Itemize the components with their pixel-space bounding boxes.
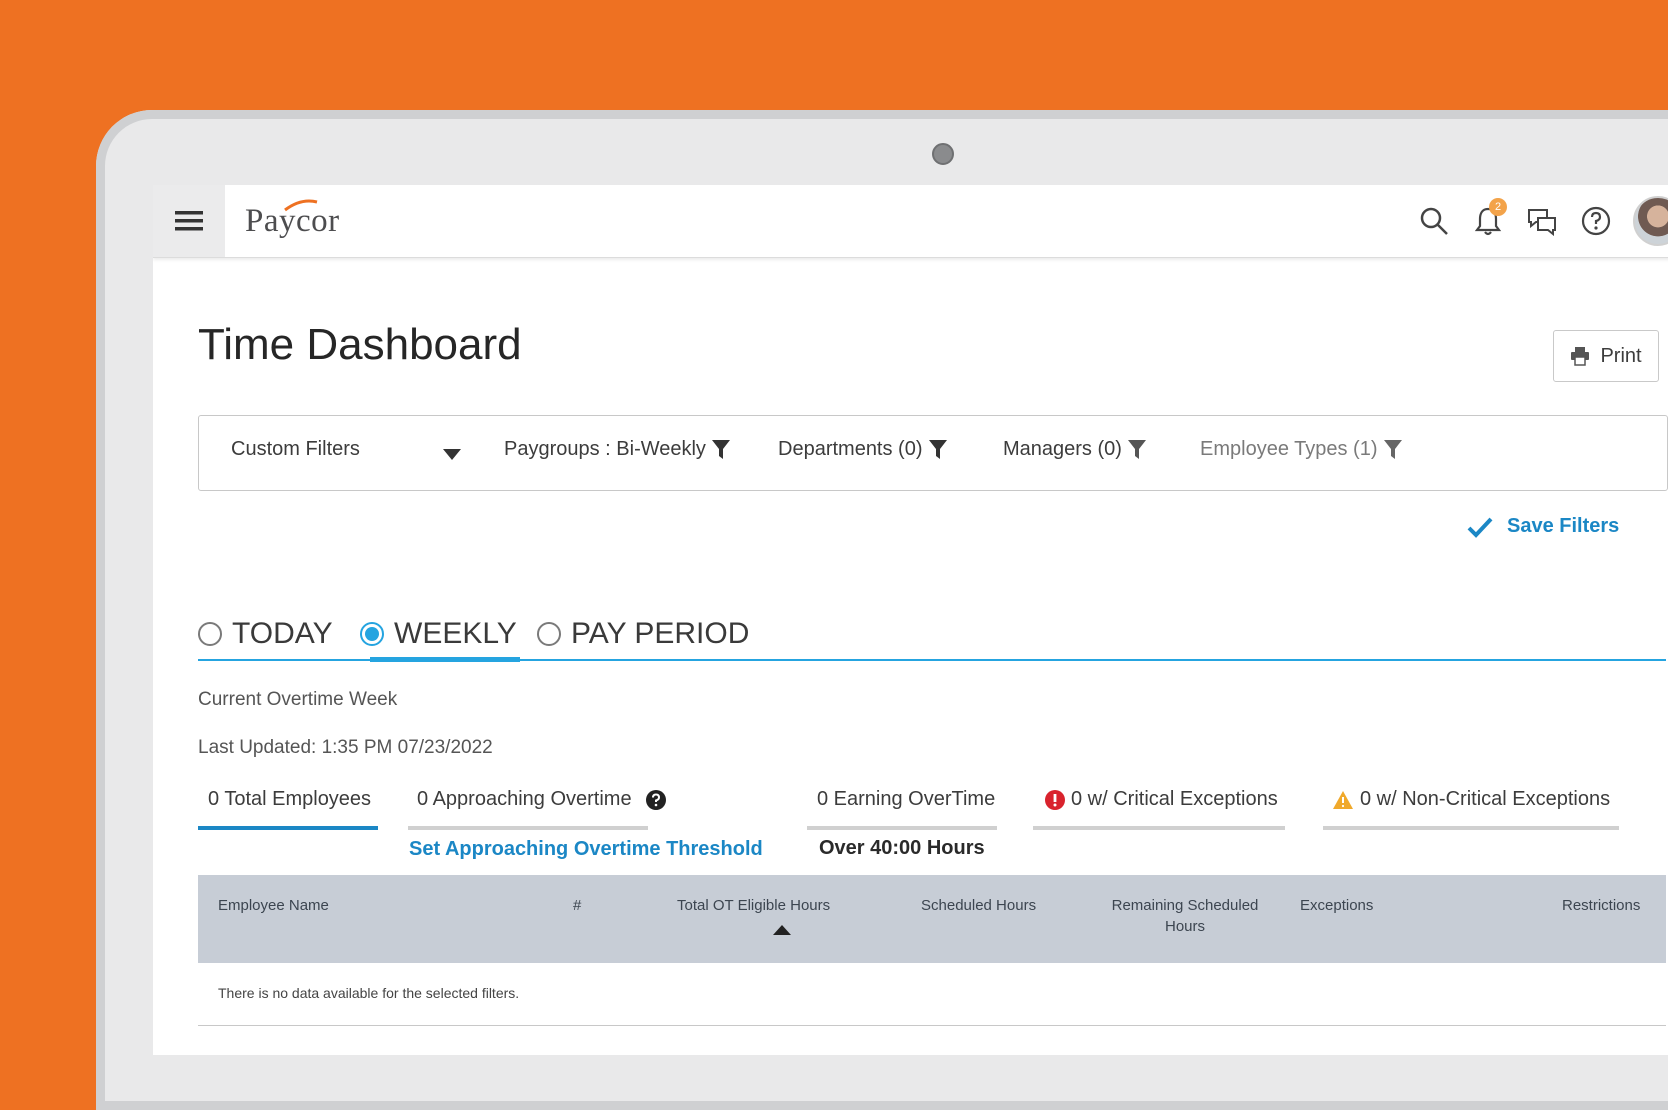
page-title: Time Dashboard [198, 320, 522, 369]
stat-non-critical-label: 0 w/ Non-Critical Exceptions [1360, 788, 1611, 810]
stat-non-critical-underline [1323, 826, 1619, 830]
stat-earning-overtime-label: 0 Earning OverTime [817, 788, 996, 810]
help-button[interactable] [1579, 204, 1613, 238]
app-screen: Paycor 2 Time Dashboard Print Custom Fil… [153, 185, 1668, 1055]
messages-button[interactable] [1525, 204, 1559, 238]
stat-earning-underline [807, 826, 997, 830]
logo-swoosh-icon [284, 199, 318, 212]
sort-ascending-icon[interactable] [773, 925, 791, 935]
radio-weekly[interactable] [360, 622, 384, 646]
col-remaining-line1: Remaining Scheduled [1111, 897, 1259, 914]
stat-total-employees-label: 0 Total Employees [208, 788, 372, 810]
avatar[interactable] [1633, 196, 1668, 246]
help-icon[interactable] [645, 789, 666, 810]
filter-icon [928, 439, 947, 459]
paygroups-filter[interactable]: Paygroups : Bi-Weekly [504, 438, 730, 461]
col-exceptions[interactable]: Exceptions [1300, 897, 1373, 914]
notifications-button[interactable]: 2 [1471, 198, 1507, 238]
last-updated: Last Updated: 1:35 PM 07/23/2022 [198, 737, 493, 758]
stat-approaching-overtime-label: 0 Approaching Overtime [417, 788, 632, 810]
over-hours-label: Over 40:00 Hours [819, 837, 985, 859]
managers-filter[interactable]: Managers (0) [1003, 438, 1146, 461]
header-actions: 2 [1417, 196, 1668, 246]
stat-critical-underline [1033, 826, 1285, 830]
set-threshold-link[interactable]: Set Approaching Overtime Threshold [409, 838, 763, 861]
camera-dot [932, 143, 954, 165]
tab-pay-period[interactable]: PAY PERIOD [537, 613, 749, 655]
col-number[interactable]: # [573, 897, 581, 914]
print-button[interactable]: Print [1553, 330, 1659, 382]
col-scheduled-hours[interactable]: Scheduled Hours [921, 897, 1036, 914]
departments-filter[interactable]: Departments (0) [778, 438, 947, 461]
stat-approaching-overtime[interactable]: 0 Approaching Overtime [413, 788, 670, 817]
col-employee-name[interactable]: Employee Name [218, 897, 329, 914]
employee-types-label: Employee Types (1) [1200, 438, 1378, 460]
tab-weekly[interactable]: WEEKLY [360, 613, 517, 655]
stat-non-critical-exceptions[interactable]: 0 w/ Non-Critical Exceptions [1328, 788, 1614, 817]
checkmark-icon [1467, 517, 1493, 538]
printer-icon [1571, 347, 1590, 366]
custom-filters-label: Custom Filters [231, 438, 360, 460]
tab-today[interactable]: TODAY [198, 613, 333, 655]
filter-icon [1383, 439, 1402, 459]
save-filters-label: Save Filters [1507, 515, 1620, 537]
active-tab-indicator [370, 657, 520, 662]
stat-earning-overtime[interactable]: 0 Earning OverTime [813, 788, 999, 817]
help-icon [1581, 206, 1611, 236]
managers-label: Managers (0) [1003, 438, 1122, 460]
stat-critical-label: 0 w/ Critical Exceptions [1071, 788, 1278, 810]
col-remaining-line2: Hours [1164, 918, 1205, 935]
print-label: Print [1600, 344, 1642, 367]
menu-button[interactable] [153, 185, 225, 257]
overtime-week-label: Current Overtime Week [198, 689, 398, 710]
stat-approaching-underline [408, 826, 648, 830]
stat-total-underline [198, 826, 378, 830]
employee-types-filter[interactable]: Employee Types (1) [1200, 438, 1402, 461]
empty-table-message: There is no data available for the selec… [218, 985, 520, 1001]
paygroups-label: Paygroups : Bi-Weekly [504, 438, 706, 460]
custom-filters-dropdown[interactable]: Custom Filters [231, 438, 360, 461]
col-total-ot-hours[interactable]: Total OT Eligible Hours [677, 897, 830, 914]
critical-alert-icon [1045, 789, 1065, 810]
period-tabs: TODAY WEEKLY PAY PERIOD [198, 613, 1666, 662]
warning-icon [1333, 790, 1353, 809]
radio-pay-period[interactable] [537, 622, 561, 646]
stat-critical-exceptions[interactable]: 0 w/ Critical Exceptions [1041, 788, 1282, 817]
departments-label: Departments (0) [778, 438, 923, 460]
search-icon [1420, 207, 1448, 235]
table-header: Employee Name # Total OT Eligible Hours … [198, 875, 1666, 963]
chat-icon [1528, 209, 1556, 236]
notification-badge: 2 [1489, 198, 1507, 216]
tab-weekly-label: WEEKLY [394, 617, 517, 650]
search-button[interactable] [1417, 204, 1451, 238]
radio-today[interactable] [198, 622, 222, 646]
save-filters-button[interactable]: Save Filters [1467, 515, 1619, 538]
col-remaining-scheduled[interactable]: Remaining Scheduled Hours [1110, 897, 1260, 935]
stat-total-employees[interactable]: 0 Total Employees [204, 788, 375, 817]
tab-pay-period-label: PAY PERIOD [571, 617, 750, 650]
filter-bar: Custom Filters Paygroups : Bi-Weekly Dep… [198, 415, 1668, 491]
table-divider [198, 1025, 1666, 1026]
menu-icon [175, 211, 203, 231]
col-restrictions[interactable]: Restrictions [1562, 897, 1640, 914]
chevron-down-icon[interactable] [443, 449, 461, 461]
top-bar: Paycor 2 [153, 185, 1668, 258]
filter-icon [1127, 439, 1146, 459]
filter-icon [711, 439, 730, 459]
tab-today-label: TODAY [232, 617, 333, 650]
